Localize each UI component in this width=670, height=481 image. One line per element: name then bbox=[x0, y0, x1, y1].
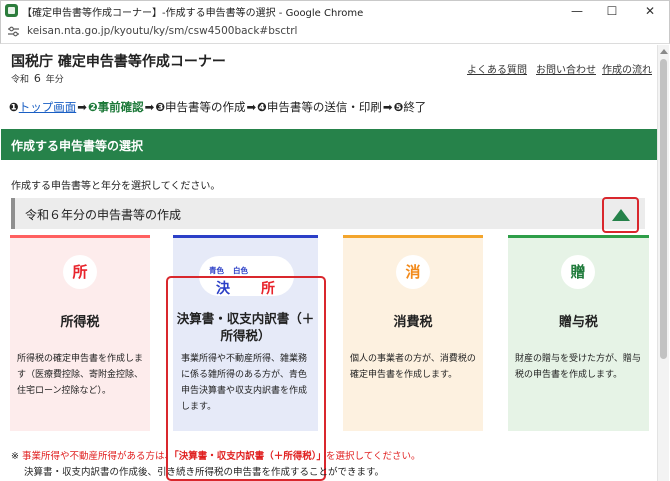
site-title: 国税庁 確定申告書等作成コーナー bbox=[11, 54, 226, 70]
minimize-button[interactable]: — bbox=[560, 1, 594, 21]
address-bar[interactable]: keisan.nta.go.jp/kyoutu/ky/sm/csw4500bac… bbox=[0, 20, 670, 44]
scrollbar-thumb[interactable] bbox=[660, 59, 667, 359]
instruction-text: 作成する申告書等と年分を選択してください。 bbox=[11, 181, 221, 192]
income-tax-card[interactable]: 所 所得税 所得税の確定申告書を作成します（医療費控除、寄附金控除、住宅ローン控… bbox=[10, 235, 150, 431]
note-line-2: 決算書・収支内訳書の作成後、引き続き所得税の申告書を作成することができます。 bbox=[24, 467, 385, 478]
step-5-number: ❺ bbox=[393, 100, 404, 114]
scroll-up-icon[interactable] bbox=[660, 49, 668, 54]
gift-tax-icon: 贈 bbox=[561, 255, 595, 289]
era-prefix: 令和 bbox=[11, 75, 30, 85]
consumption-tax-icon: 消 bbox=[396, 255, 430, 289]
window-title-bar: 【確定申告書等作成コーナー】-作成する申告書等の選択 - Google Chro… bbox=[0, 0, 670, 20]
income-tax-title: 所得税 bbox=[60, 315, 100, 330]
note-text-c: を選択してください。 bbox=[326, 451, 421, 462]
era-year: 6 bbox=[33, 72, 41, 85]
gift-tax-card[interactable]: 贈 贈与税 財産の贈与を受けた方が、贈与税の申告書を作成します。 bbox=[508, 235, 649, 431]
gift-tax-description: 財産の贈与を受けた方が、贈与税の申告書を作成します。 bbox=[515, 354, 641, 380]
step-2-current: 事前確認 bbox=[97, 100, 144, 114]
blue-return-label: 青色 bbox=[209, 266, 224, 275]
step-arrow-icon: ➡ bbox=[144, 100, 155, 114]
gift-tax-title: 贈与税 bbox=[558, 315, 598, 330]
consumption-tax-title: 消費税 bbox=[393, 315, 433, 330]
flow-link[interactable]: 作成の流れ bbox=[602, 61, 652, 76]
note-text-a: 事業所得や不動産所得がある方は、 bbox=[22, 451, 175, 462]
era-label: 令和 6 年分 bbox=[11, 72, 64, 85]
year-heading: 令和６年分の申告書等の作成 bbox=[25, 208, 182, 222]
year-heading-bar[interactable]: 令和６年分の申告書等の作成 bbox=[11, 198, 645, 229]
step-4-number: ❹ bbox=[257, 100, 267, 114]
section-heading: 作成する申告書等の選択 bbox=[1, 129, 657, 160]
step-arrow-icon: ➡ bbox=[382, 100, 393, 114]
white-return-label: 白色 bbox=[233, 266, 248, 275]
income-tax-icon: 所 bbox=[63, 255, 97, 289]
step-4-label: 申告書等の送信・印刷 bbox=[266, 100, 382, 114]
tune-icon[interactable] bbox=[8, 26, 19, 37]
step-2-number: ❷ bbox=[87, 100, 98, 114]
note-mark: ※ bbox=[11, 451, 19, 462]
url-text[interactable]: keisan.nta.go.jp/kyoutu/ky/sm/csw4500bac… bbox=[27, 25, 297, 37]
step-1-number: ❶ bbox=[9, 100, 19, 114]
income-tax-description: 所得税の確定申告書を作成します（医療費控除、寄附金控除、住宅ローン控除など）。 bbox=[17, 354, 144, 396]
step-breadcrumb: ❶トップ画面➡❷事前確認➡❸申告書等の作成➡❹申告書等の送信・印刷➡❺終了 bbox=[9, 99, 426, 115]
vertical-scrollbar[interactable] bbox=[657, 45, 669, 481]
step-1-top-link[interactable]: トップ画面 bbox=[19, 99, 77, 115]
step-3-number: ❸ bbox=[155, 100, 166, 114]
faq-link[interactable]: よくある質問 bbox=[467, 61, 527, 76]
step-3-label: 申告書等の作成 bbox=[165, 100, 246, 114]
close-button[interactable]: ✕ bbox=[633, 1, 667, 21]
step-arrow-icon: ➡ bbox=[77, 100, 87, 114]
collapse-toggle-button[interactable] bbox=[602, 197, 639, 233]
note-text-b: 「決算書・収支内訳書（＋所得税）」 bbox=[174, 451, 327, 462]
era-suffix: 年分 bbox=[45, 75, 64, 85]
contact-link[interactable]: お問い合わせ bbox=[536, 61, 596, 76]
app-icon bbox=[5, 4, 18, 17]
step-arrow-icon: ➡ bbox=[246, 100, 257, 114]
maximize-button[interactable]: ☐ bbox=[595, 1, 629, 21]
note-line-1: ※ 事業所得や不動産所得がある方は、「決算書・収支内訳書（＋所得税）」を選択して… bbox=[11, 448, 420, 462]
page-content: 国税庁 確定申告書等作成コーナー 令和 6 年分 よくある質問 お問い合わせ 作… bbox=[1, 45, 657, 481]
window-title: 【確定申告書等作成コーナー】-作成する申告書等の選択 - Google Chro… bbox=[22, 8, 364, 19]
step-5-label: 終了 bbox=[403, 100, 427, 114]
triangle-up-icon bbox=[612, 209, 630, 221]
consumption-tax-card[interactable]: 消 消費税 個人の事業者の方が、消費税の確定申告書を作成します。 bbox=[343, 235, 483, 431]
consumption-tax-description: 個人の事業者の方が、消費税の確定申告書を作成します。 bbox=[350, 354, 476, 380]
